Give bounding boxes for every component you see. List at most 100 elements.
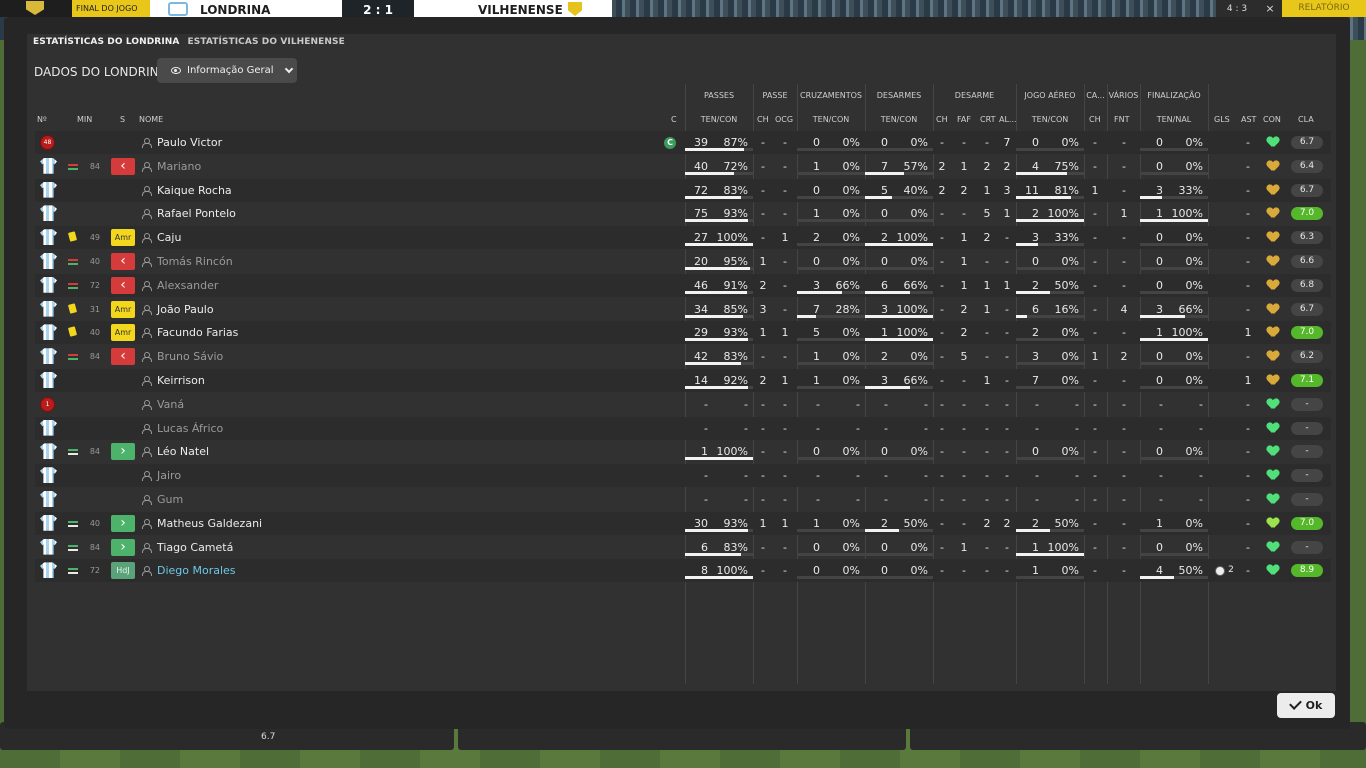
tab-londrina[interactable]: ESTATÍSTICAS DO LONDRINA bbox=[29, 34, 184, 50]
col-header-passes[interactable]: TEN/CON bbox=[685, 115, 753, 124]
sub-out-badge[interactable]: ‹ bbox=[111, 276, 135, 294]
col-header-d-ch[interactable]: CH bbox=[936, 115, 948, 124]
player-name[interactable]: Rafael Pontelo bbox=[157, 202, 236, 225]
fnt: - bbox=[1122, 183, 1126, 197]
player-name[interactable]: Gum bbox=[157, 488, 183, 511]
table-row[interactable]: 84 › Léo Natel 1 100% - -0 0% 0 0% - - - -0 0% - -0 0% - - bbox=[35, 440, 1331, 463]
aerial-pct: - bbox=[1075, 493, 1079, 506]
col-header-fnt[interactable]: FNT bbox=[1114, 115, 1129, 124]
fnt: 1 bbox=[1120, 207, 1128, 221]
player-name[interactable]: Lucas Áfrico bbox=[157, 417, 223, 440]
table-row[interactable]: 40 › Matheus Galdezani 30 93% 1 1 1 0% 2 50% - -2 2 2 5… bbox=[35, 511, 1331, 535]
player-name[interactable]: Tiago Cametá bbox=[157, 536, 233, 559]
desarme-faf: - bbox=[962, 445, 966, 459]
table-row[interactable]: Keirrison 14 92% 2 1 1 0% 3 66% - -1-7 0% - -0 0% 1 7.1 bbox=[35, 369, 1331, 392]
col-header-min[interactable]: MIN bbox=[77, 115, 92, 124]
fnt: - bbox=[1122, 278, 1126, 292]
player-name[interactable]: Facundo Farias bbox=[157, 321, 238, 344]
report-button[interactable]: RELATÓRIO bbox=[1282, 0, 1366, 17]
col-header-s[interactable]: S bbox=[120, 115, 125, 124]
yellow-card-badge[interactable]: Amr bbox=[111, 300, 135, 318]
col-header-ca-ch[interactable]: CH bbox=[1089, 115, 1101, 124]
assists: - bbox=[1246, 159, 1250, 173]
col-header-gls[interactable]: GLS bbox=[1214, 115, 1230, 124]
col-header-con[interactable]: CON bbox=[1263, 115, 1281, 124]
table-row[interactable]: 31 Amr João Paulo 34 85% 3-7 28% 3 100% -2 1-6 16% -… bbox=[35, 298, 1331, 321]
table-row[interactable]: 84 › Tiago Cametá 6 83% - -0 0% 0 0% -1- -1 100% - -0 0… bbox=[35, 536, 1331, 559]
sub-in-badge[interactable]: › bbox=[111, 514, 135, 532]
col-header-cla[interactable]: CLA bbox=[1298, 115, 1314, 124]
col-header-cruz[interactable]: TEN/CON bbox=[797, 115, 865, 124]
player-name[interactable]: Vaná bbox=[157, 393, 184, 416]
col-header-nome[interactable]: NOME bbox=[139, 115, 163, 124]
col-header-passe-ch[interactable]: CH bbox=[757, 115, 769, 124]
table-row[interactable]: Lucas Áfrico - - - - - - - - - - - - - - - - - - - - bbox=[35, 416, 1331, 440]
player-name[interactable]: Alexsander bbox=[157, 274, 218, 297]
passe-ocg: - bbox=[783, 183, 787, 197]
player-name[interactable]: Bruno Sávio bbox=[157, 345, 223, 368]
table-row[interactable]: 48 Paulo Victor C 39 87% - -0 0% 0 0% - - -7 0 0% - -0 0%… bbox=[35, 131, 1331, 154]
sub-out-badge[interactable]: ‹ bbox=[111, 157, 135, 175]
table-row[interactable]: 1 Vaná - - - - - - - - - - - - - - - - - - - - bbox=[35, 393, 1331, 416]
table-row[interactable]: 84 ‹ Bruno Sávio 42 83% - -1 0% 2 0% -5- -3 0% 1 2 0 0% -… bbox=[35, 345, 1331, 368]
col-header-ast[interactable]: AST bbox=[1241, 115, 1256, 124]
yellow-card-badge[interactable]: Amr bbox=[111, 324, 135, 342]
ok-button[interactable]: Ok bbox=[1277, 693, 1335, 718]
player-name[interactable]: João Paulo bbox=[157, 298, 214, 321]
passe-ch: - bbox=[761, 540, 765, 554]
table-row[interactable]: 72 ‹ Alexsander 46 91% 2-3 66% 6 66% -1 1 1 2 50% - -0 0… bbox=[35, 273, 1331, 297]
person-icon bbox=[142, 304, 152, 315]
col-header-aereo[interactable]: TEN/CON bbox=[1016, 115, 1084, 124]
player-name[interactable]: Matheus Galdezani bbox=[157, 512, 262, 535]
table-row[interactable]: Kaique Rocha 72 83% - -0 0% 5 40% 2 2 1 3 11 81% 1-3 33… bbox=[35, 178, 1331, 202]
player-name[interactable]: Paulo Victor bbox=[157, 131, 222, 154]
player-name[interactable]: Diego Morales bbox=[157, 559, 236, 582]
table-row[interactable]: 84 ‹ Mariano 40 72% - -1 0% 7 57% 2 1 2 2 4 75% - -0 0% -6.… bbox=[35, 155, 1331, 178]
col-header-des[interactable]: TEN/CON bbox=[865, 115, 933, 124]
player-name[interactable]: Keirrison bbox=[157, 369, 205, 392]
sub-in-badge[interactable]: › bbox=[111, 538, 135, 556]
view-selector-label: Informação Geral bbox=[187, 65, 274, 76]
close-icon[interactable]: × bbox=[1258, 0, 1282, 17]
table-row[interactable]: Rafael Pontelo 75 93% - -1 0% 0 0% - -5 1 2 100% -1 1 1… bbox=[35, 202, 1331, 225]
tackles-bar-fill bbox=[865, 338, 933, 342]
player-name[interactable]: Mariano bbox=[157, 155, 201, 178]
passe-ocg: 1 bbox=[781, 516, 789, 530]
col-header-d-crt[interactable]: CRT bbox=[980, 115, 995, 124]
desarme-crt: - bbox=[985, 397, 989, 411]
person-icon bbox=[142, 542, 152, 553]
sub-in-badge[interactable]: › bbox=[111, 443, 135, 461]
player-name[interactable]: Tomás Rincón bbox=[157, 250, 233, 273]
col-header-fin[interactable]: TEN/NAL bbox=[1140, 115, 1208, 124]
sub-out-badge[interactable]: ‹ bbox=[111, 348, 135, 366]
sub-out-badge[interactable]: ‹ bbox=[111, 253, 135, 270]
player-name[interactable]: Kaique Rocha bbox=[157, 179, 232, 202]
col-header-d-al[interactable]: AL... bbox=[999, 115, 1017, 124]
table-row[interactable]: 72 HdJ Diego Morales 8 100% - -0 0% 0 0% - - - -1 0% - -… bbox=[35, 559, 1331, 583]
tab-vilhenense[interactable]: ESTATÍSTICAS DO VILHENENSE bbox=[183, 34, 348, 50]
desarme-al: - bbox=[1005, 397, 1009, 411]
tackles-pct: - bbox=[924, 421, 928, 435]
col-header-passe-ocg[interactable]: OCG bbox=[775, 115, 793, 124]
col-header-c[interactable]: C bbox=[671, 115, 677, 124]
player-name[interactable]: Caju bbox=[157, 226, 181, 249]
table-row[interactable]: Gum - - - - - - - - - - - - - - - - - - - - bbox=[35, 488, 1331, 511]
crosses-bar bbox=[797, 338, 865, 342]
desarme-crt: - bbox=[985, 421, 989, 435]
yellow-card-badge[interactable]: Amr bbox=[111, 229, 135, 247]
col-header-d-faf[interactable]: FAF bbox=[957, 115, 971, 124]
table-row[interactable]: 40 ‹ Tomás Rincón 20 95% 1-0 0% 0 0% -1- -0 0% - -0 0%… bbox=[35, 250, 1331, 273]
view-selector-dropdown[interactable]: Informação Geral bbox=[157, 58, 297, 83]
man-of-match-badge[interactable]: HdJ bbox=[111, 562, 135, 580]
player-rating: 6.7 bbox=[1291, 183, 1323, 197]
passes-bar-fill bbox=[685, 362, 742, 366]
player-name[interactable]: Léo Natel bbox=[157, 440, 209, 463]
player-name[interactable]: Jairo bbox=[157, 464, 181, 487]
fnt: - bbox=[1122, 397, 1126, 411]
table-row[interactable]: Jairo - - - - - - - - - - - - - - - - - - - - bbox=[35, 464, 1331, 488]
crosses-attempts: - bbox=[816, 397, 820, 411]
col-header-no[interactable]: Nº bbox=[37, 115, 47, 124]
table-row[interactable]: 49 Amr Caju 27 100% -1 2 0% 2 100% -1 2-3 33% - -0 0% -6… bbox=[35, 226, 1331, 250]
table-row[interactable]: 40 Amr Facundo Farias 29 93% 1 1 5 0% 1 100% -2- -2 0… bbox=[35, 321, 1331, 345]
passes-bar bbox=[685, 338, 753, 342]
